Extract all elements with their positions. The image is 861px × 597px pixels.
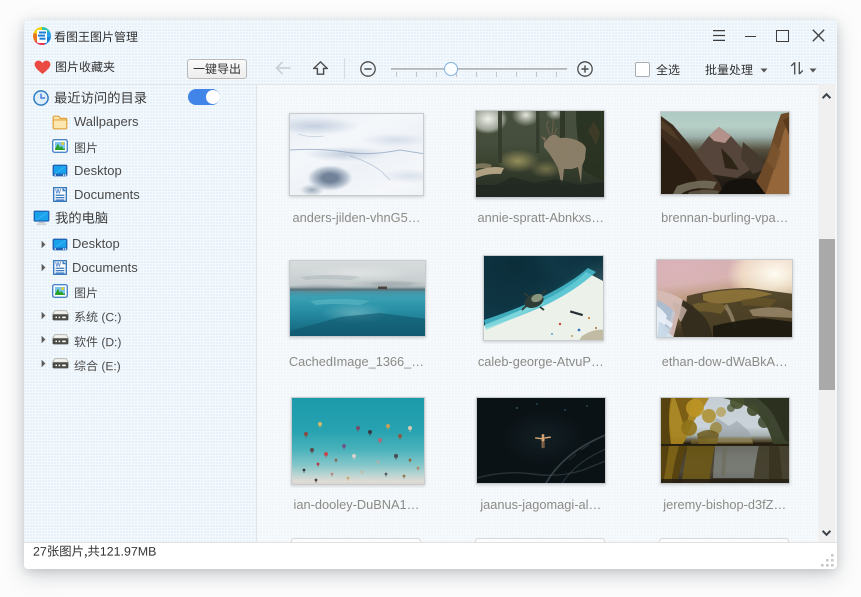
svg-text:W: W <box>55 263 61 269</box>
svg-text:W: W <box>55 189 61 195</box>
